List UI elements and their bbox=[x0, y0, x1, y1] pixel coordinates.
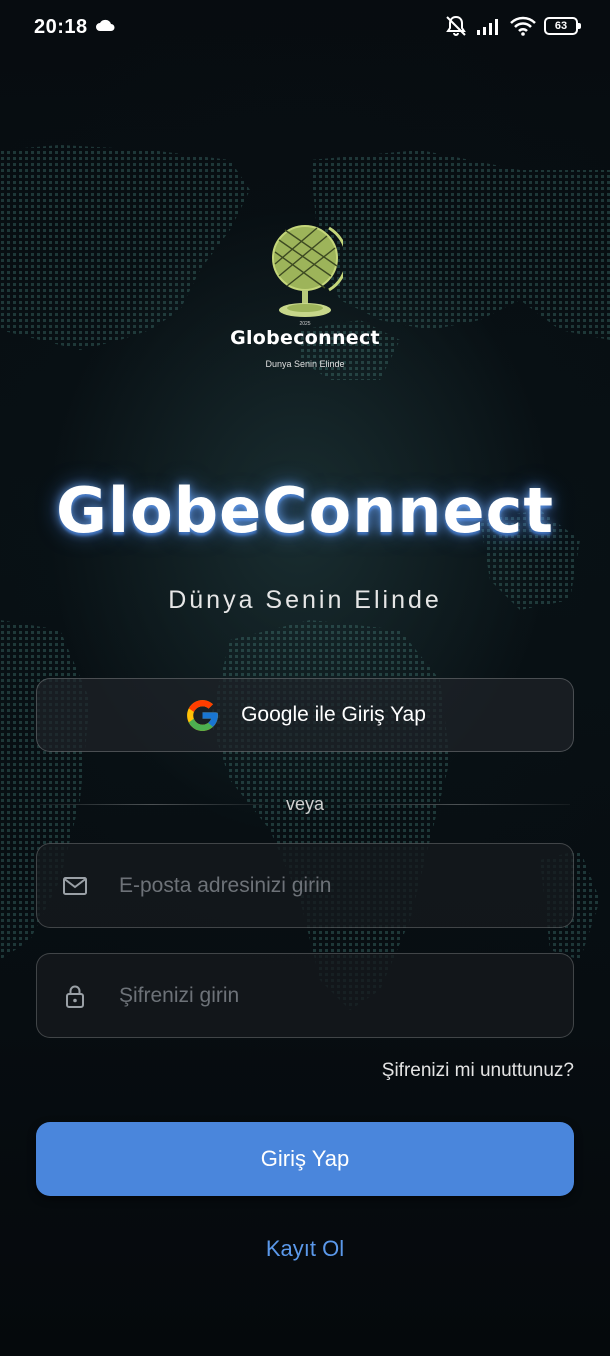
mail-icon bbox=[63, 876, 87, 895]
logo-tagline: Dunya Senin Elinde bbox=[265, 359, 345, 369]
lock-icon bbox=[66, 985, 84, 1008]
signal-icon bbox=[477, 19, 498, 35]
mute-icon bbox=[446, 15, 466, 36]
google-sign-in-button[interactable]: Google ile Giriş Yap bbox=[36, 678, 574, 752]
password-input[interactable] bbox=[117, 974, 553, 1017]
google-icon bbox=[187, 699, 218, 731]
status-time: 20:18 bbox=[34, 16, 88, 38]
password-field[interactable] bbox=[36, 953, 574, 1038]
status-icons: 63 bbox=[444, 14, 581, 38]
login-screen: 20:18 63 2025 Globeconnect Dunya Senin E… bbox=[0, 0, 610, 1356]
login-button[interactable]: Giriş Yap bbox=[36, 1122, 574, 1196]
email-input[interactable] bbox=[117, 864, 553, 907]
email-field[interactable] bbox=[36, 843, 574, 928]
app-title: GlobeConnect bbox=[56, 474, 554, 547]
globe-logo-icon bbox=[272, 225, 343, 317]
or-divider: veya bbox=[40, 792, 570, 816]
divider-line-left bbox=[40, 803, 264, 805]
divider-text: veya bbox=[285, 793, 325, 814]
register-link[interactable]: Kayıt Ol bbox=[0, 1236, 610, 1262]
cloud-icon bbox=[96, 19, 115, 31]
battery-icon: 63 bbox=[544, 17, 581, 35]
status-bar: 20:18 63 bbox=[0, 0, 610, 56]
logo-name: Globeconnect bbox=[230, 327, 380, 349]
google-button-label: Google ile Giriş Yap bbox=[241, 703, 426, 726]
battery-level: 63 bbox=[554, 20, 568, 32]
wifi-icon bbox=[510, 16, 536, 36]
app-subtitle: Dünya Senin Elinde bbox=[168, 586, 442, 614]
forgot-password-link[interactable]: Şifrenizi mi unuttunuz? bbox=[382, 1060, 574, 1082]
divider-line-right bbox=[346, 803, 570, 805]
